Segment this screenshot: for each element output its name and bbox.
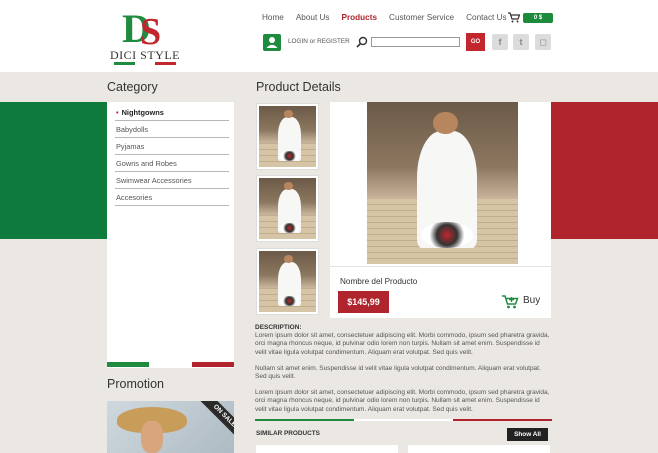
similar-product-card[interactable]: [408, 445, 550, 453]
buy-label: Buy: [523, 295, 541, 306]
category-item-swimwear-accessories[interactable]: Swimwear Accessories: [115, 172, 229, 189]
instagram-icon[interactable]: ◻: [535, 34, 551, 50]
search-icon: [356, 36, 368, 48]
cart-icon[interactable]: [508, 12, 520, 23]
similar-product-card[interactable]: [256, 445, 398, 453]
flag-divider: [107, 362, 234, 367]
category-heading: Category: [107, 80, 158, 94]
show-all-button[interactable]: Show All: [507, 428, 548, 441]
nav-customer-service[interactable]: Customer Service: [389, 13, 454, 22]
cart-total-badge[interactable]: 0 $: [523, 13, 553, 23]
main-nav: Home About Us Products Customer Service …: [262, 13, 519, 22]
description-paragraph: Nullam sit amet enim. Suspendisse id vel…: [255, 364, 541, 381]
product-photo: [259, 106, 316, 167]
promotion-banner[interactable]: ON SALE!: [107, 401, 234, 453]
facebook-icon[interactable]: f: [492, 34, 508, 50]
category-item-nightgowns[interactable]: Nightgowns: [115, 104, 229, 121]
login-register-link[interactable]: LOGIN or REGISTER: [288, 38, 350, 45]
search-input[interactable]: [371, 37, 460, 47]
product-card: Nombre del Producto $145,99 Buy: [330, 102, 551, 318]
search-go-button[interactable]: GO: [466, 33, 485, 51]
promotion-heading: Promotion: [107, 377, 164, 391]
product-main-image[interactable]: [367, 102, 518, 264]
category-list: Nightgowns Babydolls Pyjamas Gowns and R…: [115, 104, 229, 206]
category-item-accesories[interactable]: Accesories: [115, 189, 229, 206]
product-thumbnail-1[interactable]: [256, 103, 319, 170]
svg-text:S: S: [140, 11, 161, 48]
on-sale-badge: ON SALE!: [199, 401, 234, 443]
similar-products-heading: SIMILAR PRODUCTS: [256, 430, 320, 437]
product-price: $145,99: [338, 291, 389, 313]
logo-flag-stripe: [114, 62, 177, 65]
add-to-cart-icon: [502, 295, 519, 309]
product-photo: [259, 251, 316, 312]
product-name: Nombre del Producto: [340, 277, 418, 286]
promo-model-shape: [141, 421, 163, 453]
description-title: DESCRIPTION:: [255, 324, 302, 331]
category-item-babydolls[interactable]: Babydolls: [115, 121, 229, 138]
decorative-band-red: [551, 102, 658, 239]
category-panel: Nightgowns Babydolls Pyjamas Gowns and R…: [107, 102, 234, 368]
description-paragraph: Lorem ipsum dolor sit amet, consectetuer…: [255, 332, 550, 356]
nav-contact-us[interactable]: Contact Us: [466, 13, 507, 22]
twitter-icon[interactable]: t: [513, 34, 529, 50]
buy-button[interactable]: Buy: [502, 293, 548, 311]
product-description: DESCRIPTION: Lorem ipsum dolor sit amet,…: [255, 324, 552, 422]
nav-about-us[interactable]: About Us: [296, 13, 330, 22]
product-thumbnail-3[interactable]: [256, 248, 319, 315]
nav-home[interactable]: Home: [262, 13, 284, 22]
product-details-heading: Product Details: [256, 80, 341, 94]
logo-monogram-icon: D S: [122, 6, 161, 48]
category-item-pyjamas[interactable]: Pyjamas: [115, 138, 229, 155]
category-item-gowns-and-robes[interactable]: Gowns and Robes: [115, 155, 229, 172]
user-account-button[interactable]: [263, 34, 281, 51]
product-thumbnail-2[interactable]: [256, 175, 319, 242]
description-paragraph: Lorem ipsum dolor sit amet, consectetuer…: [255, 389, 550, 413]
site-header: D S DICI STYLE Home About Us Products Cu…: [0, 0, 658, 72]
similar-divider: [255, 419, 552, 421]
nav-products[interactable]: Products: [342, 13, 378, 22]
decorative-band-green: [0, 102, 107, 239]
brand-name: DICI STYLE: [110, 48, 180, 62]
card-divider: [330, 266, 551, 267]
product-photo: [259, 178, 316, 239]
site-logo[interactable]: D S DICI STYLE: [110, 6, 180, 68]
user-icon: [266, 37, 278, 48]
